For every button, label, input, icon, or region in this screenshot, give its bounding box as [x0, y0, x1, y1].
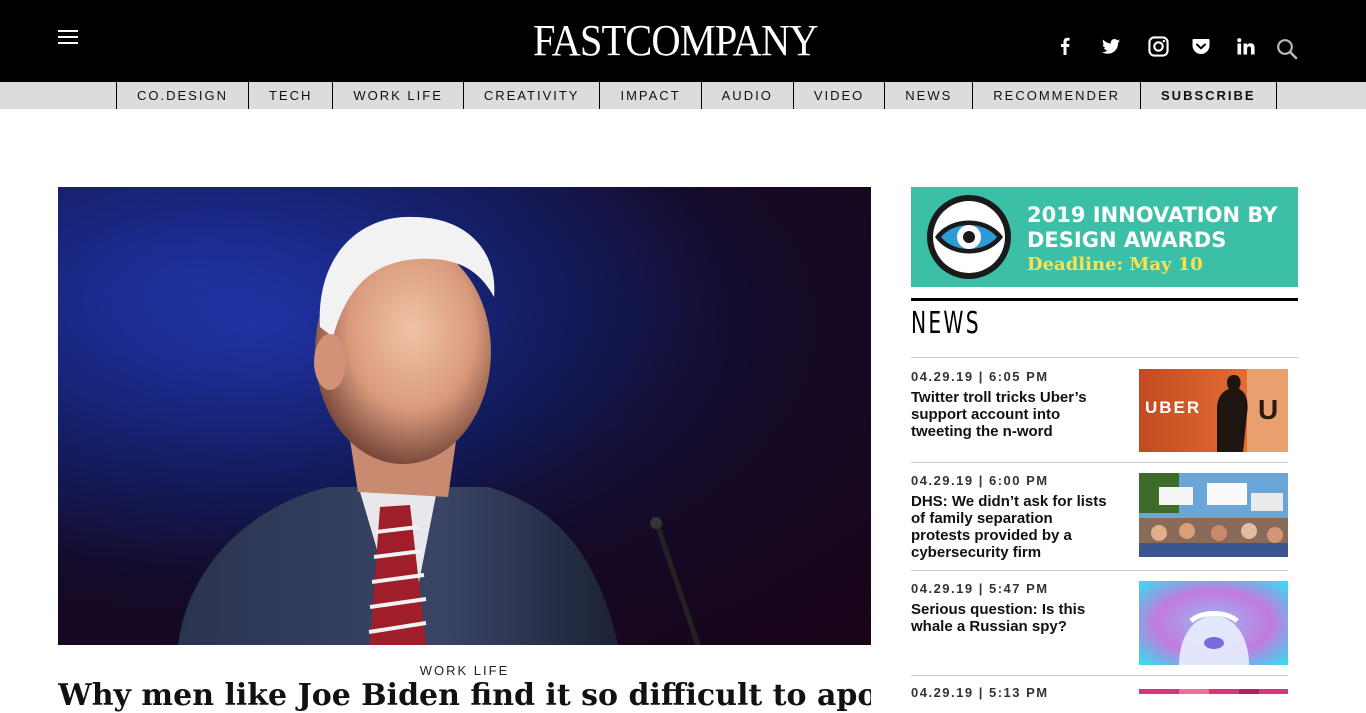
pocket-icon[interactable] — [1190, 34, 1212, 58]
nav-item-news[interactable]: NEWS — [885, 82, 974, 109]
news-section-title[interactable]: NEWS — [911, 306, 981, 341]
ad-title: 2019 INNOVATION BY DESIGN AWARDS — [1027, 203, 1278, 252]
thumb-uber-text: UBER — [1145, 398, 1201, 417]
news-thumbnail[interactable] — [1139, 685, 1288, 694]
section-divider — [911, 298, 1298, 301]
article-title[interactable]: Why men like Joe Biden find it so diffic… — [58, 678, 871, 713]
nav-item-recommender[interactable]: RECOMMENDER — [973, 82, 1142, 109]
menu-icon[interactable] — [58, 29, 78, 46]
facebook-icon[interactable] — [1056, 34, 1074, 58]
news-date: 04.29.19 | 5:47 PM — [911, 581, 1049, 596]
nav-item-audio[interactable]: AUDIO — [702, 82, 794, 109]
instagram-icon[interactable] — [1146, 34, 1170, 58]
news-date: 04.29.19 | 6:00 PM — [911, 473, 1049, 488]
news-date: 04.29.19 | 6:05 PM — [911, 369, 1049, 384]
search-icon[interactable] — [1275, 37, 1299, 61]
nav-item-creativity[interactable]: CREATIVITY — [464, 82, 601, 109]
news-headline[interactable]: DHS: We didn’t ask for lists of family s… — [911, 493, 1116, 561]
site-header: FASTCOMPANY — [0, 0, 1366, 82]
news-headline[interactable]: Twitter troll tricks Uber’s support acco… — [911, 389, 1116, 440]
twitter-icon[interactable] — [1100, 34, 1122, 58]
speaker-photo — [178, 216, 701, 645]
nav-item-impact[interactable]: IMPACT — [600, 82, 702, 109]
nav-item-co-design[interactable]: CO.DESIGN — [117, 82, 249, 109]
section-nav: CO.DESIGN TECH WORK LIFE CREATIVITY IMPA… — [0, 82, 1366, 109]
news-thumbnail-uber[interactable]: UBER U — [1139, 369, 1288, 452]
svg-text:U: U — [1258, 394, 1278, 425]
news-divider — [911, 570, 1288, 571]
news-date: 04.29.19 | 5:13 PM — [911, 685, 1049, 700]
news-headline[interactable]: Serious question: Is this whale a Russia… — [911, 601, 1116, 635]
ad-deadline: Deadline: May 10 — [1027, 254, 1203, 275]
section-underline — [911, 357, 1298, 358]
article-hero-image[interactable] — [58, 187, 871, 645]
nav-item-tech[interactable]: TECH — [249, 82, 334, 109]
nav-item-subscribe[interactable]: SUBSCRIBE — [1141, 82, 1277, 109]
news-divider — [911, 675, 1288, 676]
nav-item-work-life[interactable]: WORK LIFE — [333, 82, 464, 109]
news-divider — [911, 462, 1288, 463]
news-thumbnail-protest[interactable] — [1139, 473, 1288, 557]
innovation-awards-ad[interactable]: 2019 INNOVATION BY DESIGN AWARDS Deadlin… — [911, 187, 1298, 287]
article-category[interactable]: WORK LIFE — [58, 663, 871, 678]
eye-logo-icon — [927, 195, 1011, 279]
nav-item-video[interactable]: VIDEO — [794, 82, 886, 109]
site-logo[interactable]: FASTCOMPANY — [533, 16, 819, 66]
linkedin-icon[interactable] — [1235, 34, 1257, 58]
news-thumbnail-whale[interactable] — [1139, 581, 1288, 665]
nav-list: CO.DESIGN TECH WORK LIFE CREATIVITY IMPA… — [116, 82, 1277, 109]
